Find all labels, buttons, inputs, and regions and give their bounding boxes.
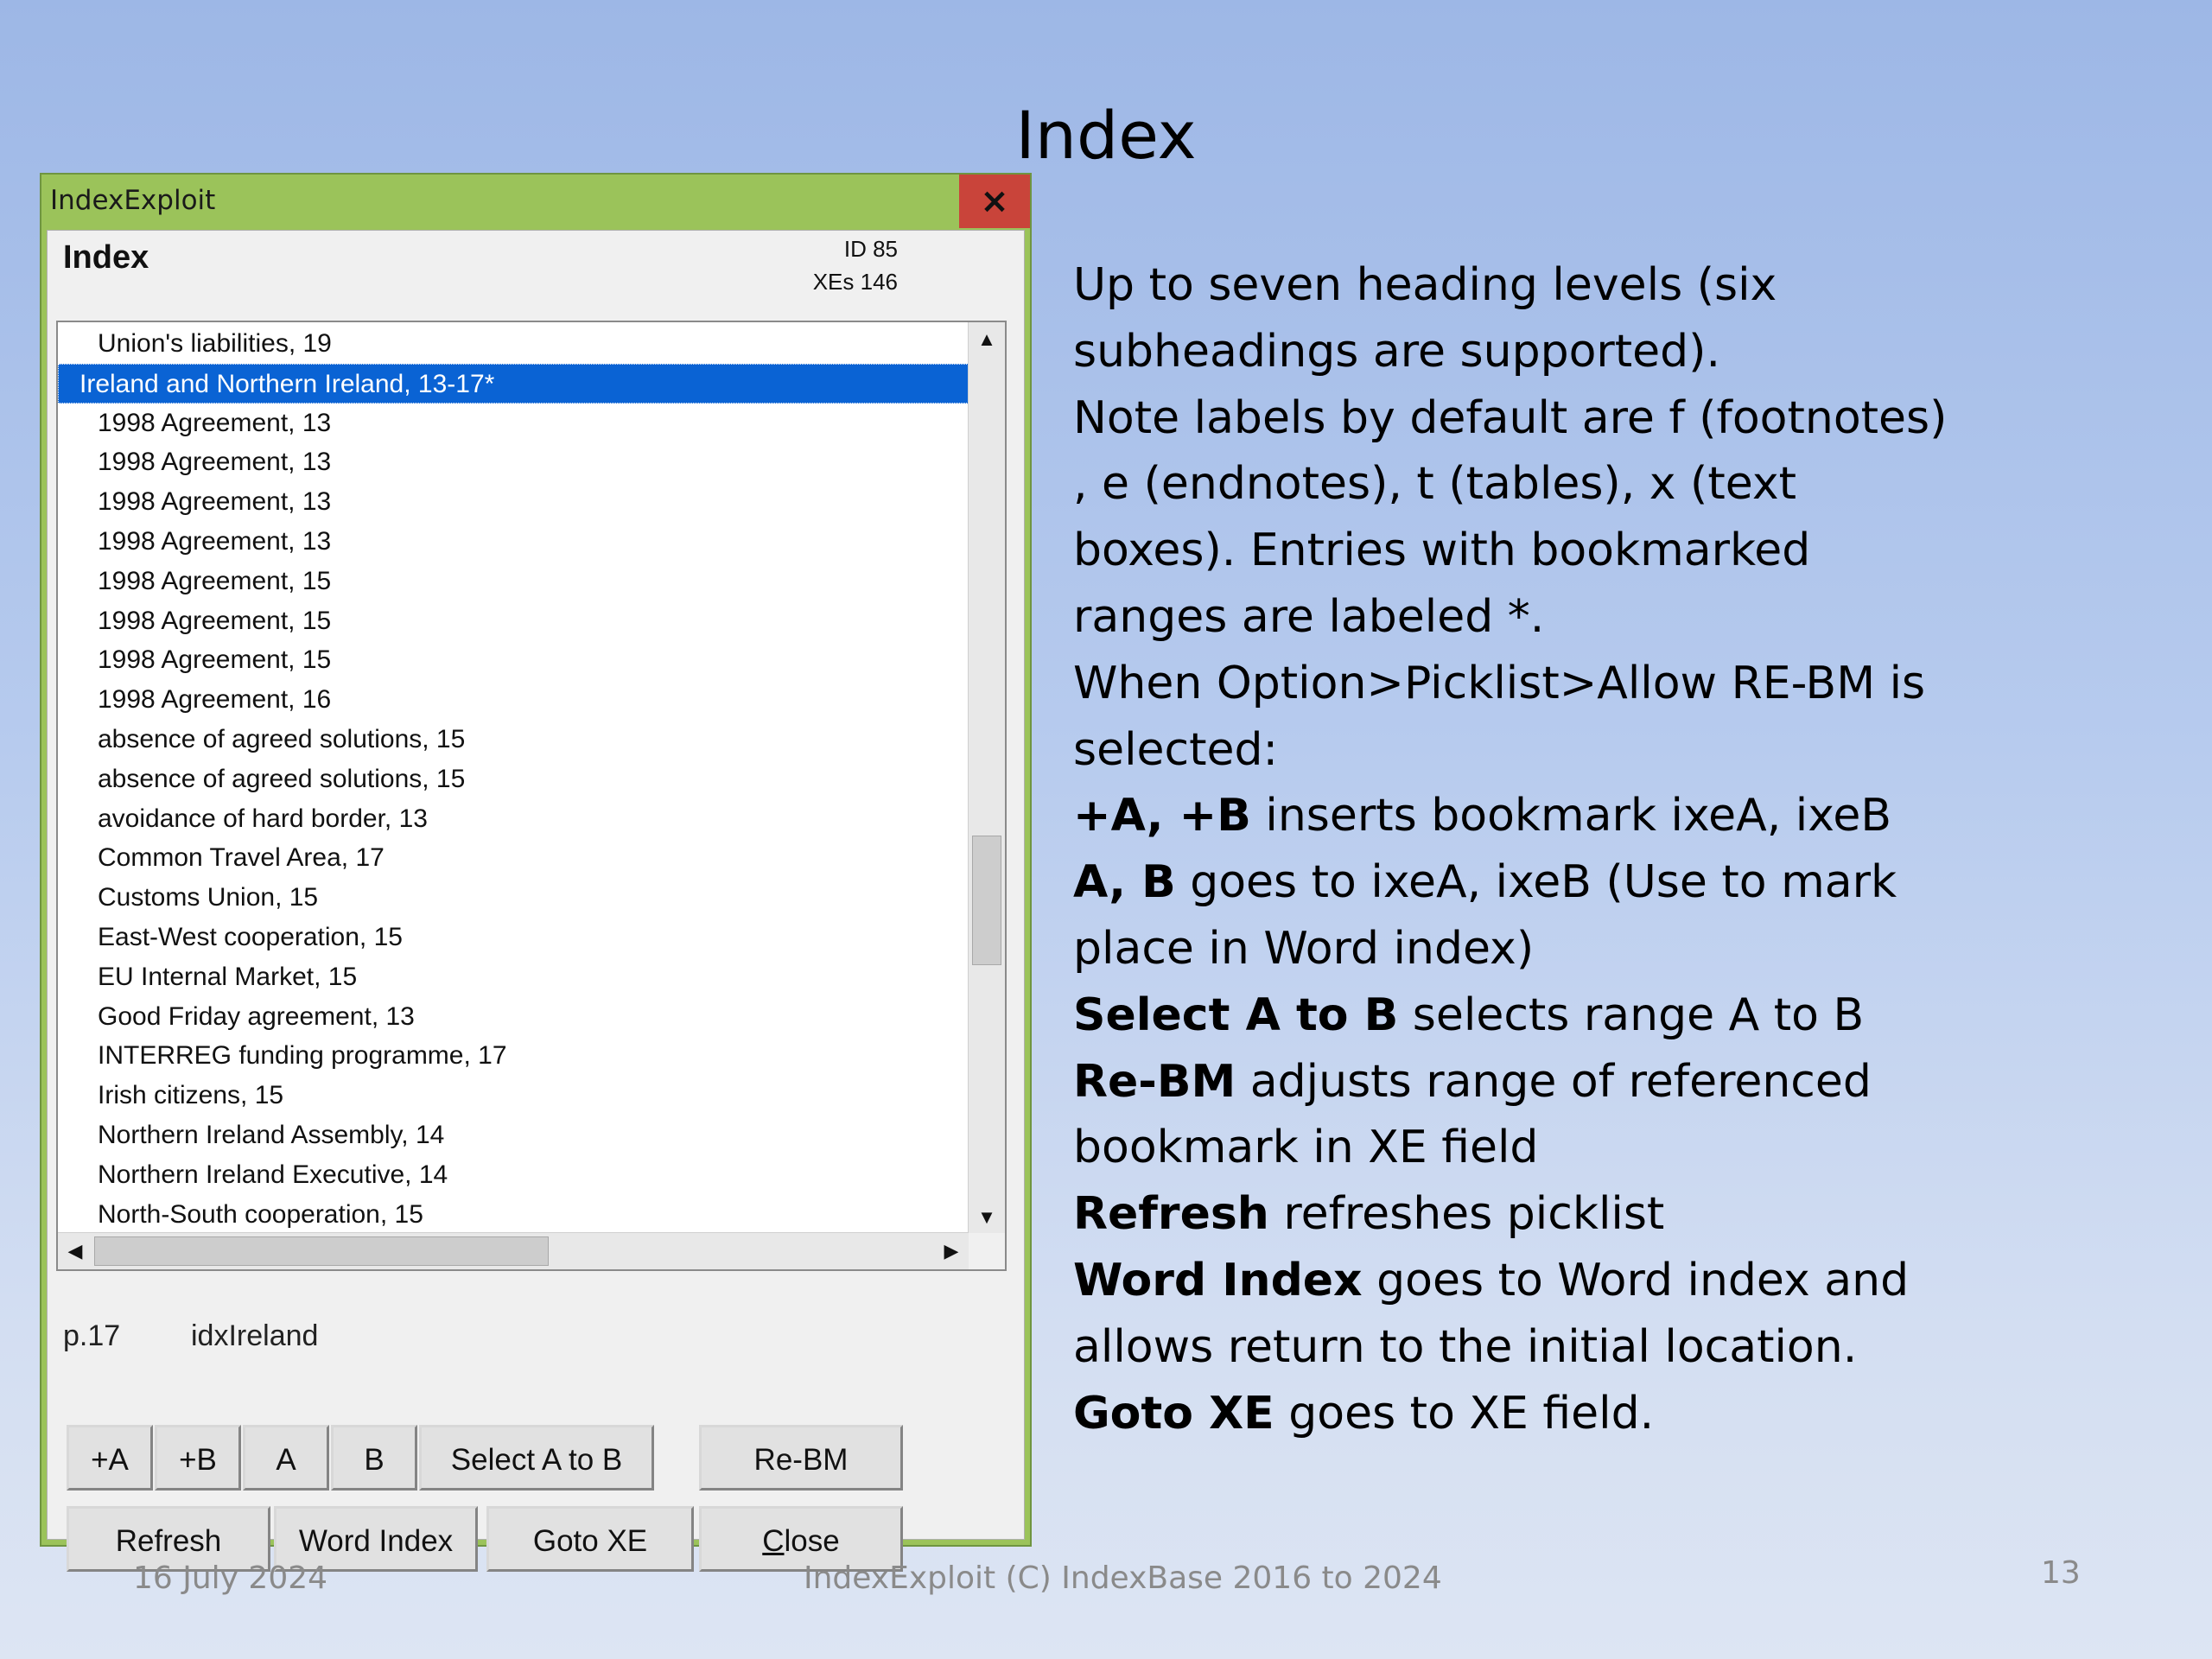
slide-number: 13 xyxy=(2041,1555,2081,1591)
desc-line: Up to seven heading levels (six xyxy=(1073,259,1777,311)
list-item[interactable]: Northern Ireland Executive, 14 xyxy=(58,1155,969,1195)
desc-line: , e (endnotes), t (tables), x (text xyxy=(1073,458,1796,511)
plus-b-button[interactable]: +B xyxy=(155,1425,241,1491)
plus-a-button[interactable]: +A xyxy=(67,1425,153,1491)
a-button[interactable]: A xyxy=(243,1425,329,1491)
list-item[interactable]: 1998 Agreement, 16 xyxy=(58,680,969,720)
dialog-client-area: Index ID 85 XEs 146 Union's liabilities,… xyxy=(47,230,1025,1572)
list-item-selected[interactable]: Ireland and Northern Ireland, 13-17* xyxy=(58,363,969,404)
list-item[interactable]: absence of agreed solutions, 15 xyxy=(58,720,969,760)
desc-text: selects range A to B xyxy=(1398,988,1865,1041)
desc-line: Word Index goes to Word index and xyxy=(1073,1248,2188,1314)
list-item[interactable]: North-South cooperation, 15 xyxy=(58,1195,969,1235)
feature-description: Up to seven heading levels (six subheadi… xyxy=(1073,252,2188,1446)
index-label: Index xyxy=(63,239,149,276)
desc-line: Select A to B selects range A to B xyxy=(1073,982,2188,1049)
xe-count: XEs 146 xyxy=(812,269,898,295)
scroll-right-icon[interactable]: ▶ xyxy=(934,1233,969,1269)
desc-line: allows return to the initial location. xyxy=(1073,1320,1858,1373)
desc-term: Re-BM xyxy=(1073,1055,1236,1108)
close-label: lose xyxy=(784,1524,840,1558)
desc-text: adjusts range of referenced xyxy=(1236,1055,1872,1108)
desc-line: Refresh refreshes picklist xyxy=(1073,1181,2188,1248)
list-item[interactable]: Common Travel Area, 17 xyxy=(58,838,969,878)
list-item[interactable]: Irish citizens, 15 xyxy=(58,1076,969,1116)
desc-line: Goto XE goes to XE field. xyxy=(1073,1381,2188,1447)
desc-term: +A, +B xyxy=(1073,790,1251,842)
list-item[interactable]: 1998 Agreement, 13 xyxy=(58,522,969,562)
scroll-down-icon[interactable]: ▼ xyxy=(969,1200,1005,1235)
horizontal-scroll-thumb[interactable] xyxy=(94,1236,549,1266)
title-bar[interactable]: IndexExploit × xyxy=(41,175,1030,228)
desc-line: place in Word index) xyxy=(1073,922,1535,975)
slide-title: Index xyxy=(1015,97,1197,174)
re-bm-button[interactable]: Re-BM xyxy=(699,1425,903,1491)
close-icon[interactable]: × xyxy=(959,175,1030,228)
scroll-up-icon[interactable]: ▲ xyxy=(969,322,1005,357)
desc-line: subheadings are supported). xyxy=(1073,325,1720,378)
select-a-to-b-button[interactable]: Select A to B xyxy=(419,1425,654,1491)
desc-line: selected: xyxy=(1073,723,1279,776)
desc-line: ranges are labeled *. xyxy=(1073,590,1545,643)
list-item[interactable]: 1998 Agreement, 13 xyxy=(58,404,969,443)
desc-line: +A, +B inserts bookmark ixeA, ixeB xyxy=(1073,783,2188,849)
desc-line: Note labels by default are f (footnotes) xyxy=(1073,391,1948,444)
vertical-scroll-thumb[interactable] xyxy=(972,836,1001,965)
close-mnemonic: C xyxy=(762,1524,785,1558)
desc-text: goes to Word index and xyxy=(1362,1254,1910,1306)
desc-term: A, B xyxy=(1073,856,1176,909)
picklist-items: Union's liabilities, 19 Ireland and North… xyxy=(58,324,969,1234)
goto-xe-button[interactable]: Goto XE xyxy=(486,1506,694,1572)
list-item[interactable]: Union's liabilities, 19 xyxy=(58,324,969,364)
desc-text: goes to ixeA, ixeB (Use to mark xyxy=(1175,856,1897,909)
horizontal-scrollbar[interactable]: ◀ ▶ xyxy=(58,1232,969,1269)
list-item[interactable]: 1998 Agreement, 15 xyxy=(58,640,969,680)
desc-line: A, B goes to ixeA, ixeB (Use to mark xyxy=(1073,849,2188,916)
desc-line: boxes). Entries with bookmarked xyxy=(1073,524,1811,577)
list-item[interactable]: East-West cooperation, 15 xyxy=(58,918,969,957)
desc-line: When Option>Picklist>Allow RE-BM is xyxy=(1073,657,1926,709)
list-item[interactable]: Customs Union, 15 xyxy=(58,878,969,918)
window-title: IndexExploit xyxy=(50,185,216,216)
list-item[interactable]: 1998 Agreement, 15 xyxy=(58,562,969,601)
desc-term: Select A to B xyxy=(1073,988,1399,1041)
b-button[interactable]: B xyxy=(331,1425,417,1491)
desc-text: inserts bookmark ixeA, ixeB xyxy=(1250,790,1892,842)
vertical-scrollbar[interactable]: ▲ ▼ xyxy=(968,322,1005,1235)
scroll-left-icon[interactable]: ◀ xyxy=(58,1233,92,1269)
list-item[interactable]: avoidance of hard border, 13 xyxy=(58,799,969,839)
list-item[interactable]: Northern Ireland Assembly, 14 xyxy=(58,1116,969,1155)
list-item[interactable]: absence of agreed solutions, 15 xyxy=(58,760,969,799)
list-item[interactable]: INTERREG funding programme, 17 xyxy=(58,1036,969,1076)
list-item[interactable]: 1998 Agreement, 13 xyxy=(58,442,969,482)
id-count: ID 85 xyxy=(843,236,898,262)
status-page-number: p.17 xyxy=(63,1319,121,1352)
indexexploit-dialog: IndexExploit × Index ID 85 XEs 146 Union… xyxy=(40,173,1032,1572)
list-item[interactable]: 1998 Agreement, 13 xyxy=(58,482,969,522)
footer-copyright: IndexExploit (C) IndexBase 2016 to 2024 xyxy=(804,1560,1442,1596)
list-item[interactable]: EU Internal Market, 15 xyxy=(58,957,969,997)
list-item[interactable]: 1998 Agreement, 15 xyxy=(58,601,969,641)
list-item[interactable]: Good Friday agreement, 13 xyxy=(58,997,969,1037)
desc-text: goes to XE field. xyxy=(1274,1387,1655,1440)
status-bookmark-name: idxIreland xyxy=(191,1319,319,1352)
desc-text: refreshes picklist xyxy=(1268,1188,1665,1241)
scroll-corner xyxy=(969,1233,1005,1269)
desc-term: Refresh xyxy=(1073,1188,1269,1241)
index-picklist[interactable]: Union's liabilities, 19 Ireland and North… xyxy=(56,321,1007,1271)
footer-date: 16 July 2024 xyxy=(133,1560,328,1596)
desc-line: Re-BM adjusts range of referenced xyxy=(1073,1049,2188,1116)
desc-term: Word Index xyxy=(1073,1254,1363,1306)
desc-line: bookmark in XE field xyxy=(1073,1122,1539,1174)
desc-term: Goto XE xyxy=(1073,1387,1274,1440)
